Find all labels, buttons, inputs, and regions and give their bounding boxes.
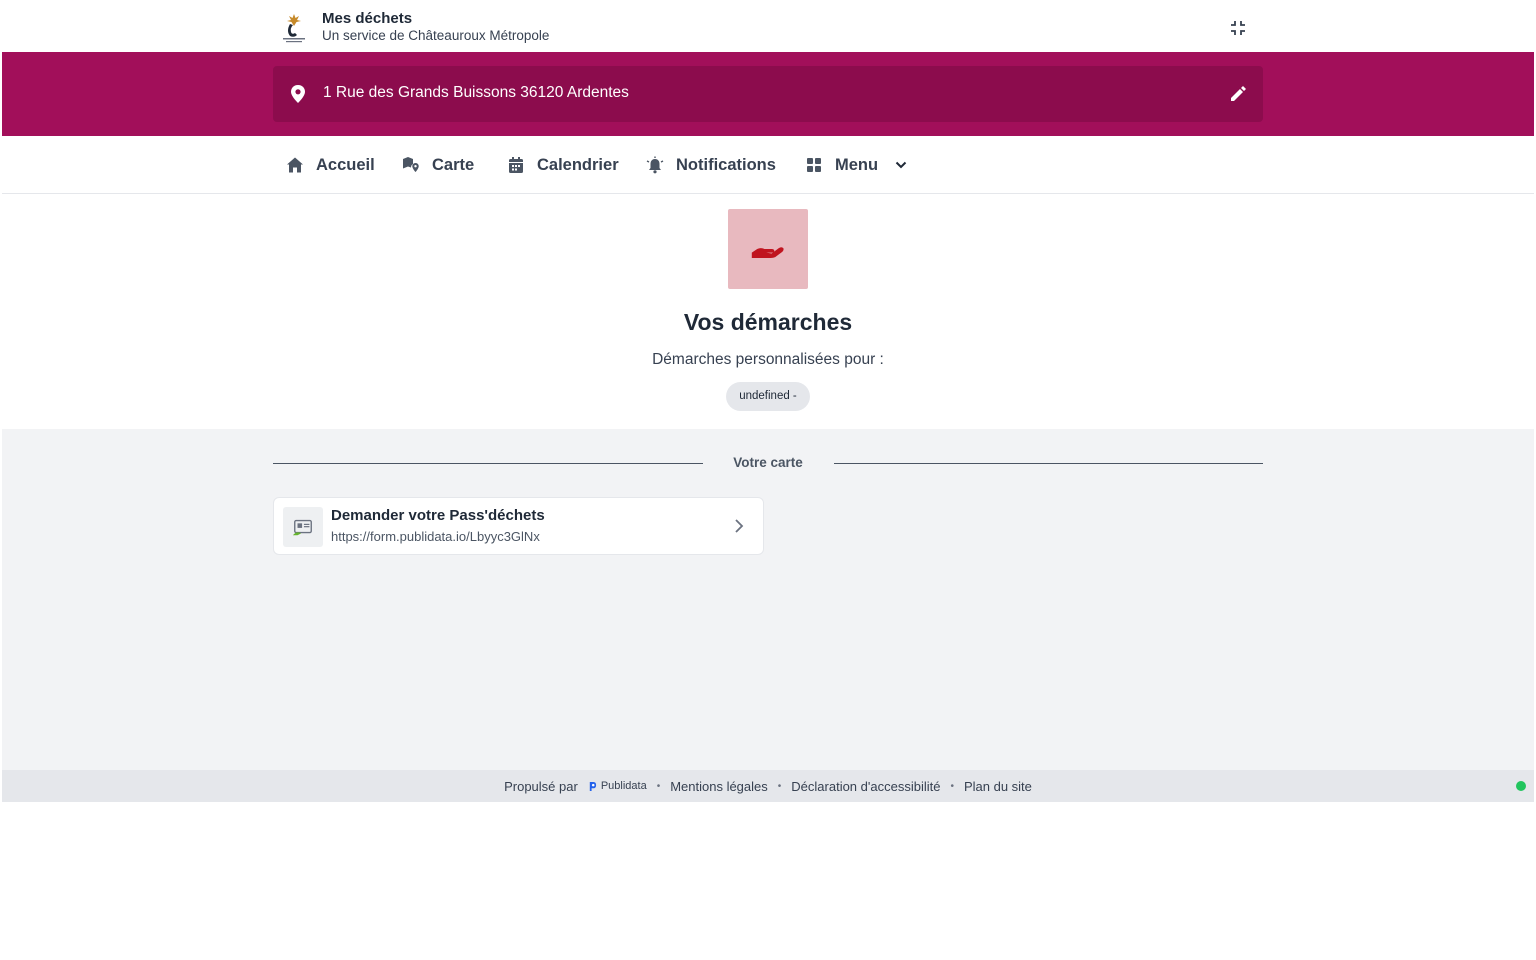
calendar-icon	[509, 157, 523, 173]
link-accessibilite[interactable]: Déclaration d'accessibilité	[791, 779, 940, 794]
content-area: Votre carte Demander votre Pass'déchets …	[2, 429, 1534, 770]
section-label: Votre carte	[733, 455, 803, 470]
nav-label: Accueil	[316, 155, 375, 174]
nav-label: Menu	[835, 155, 879, 174]
nav-label: Calendrier	[537, 155, 619, 174]
hand-holding-icon	[728, 209, 808, 289]
card-url[interactable]: https://form.publidata.io/Lbyyc3GlNx	[331, 529, 540, 544]
home-icon	[287, 157, 303, 173]
publidata-label: Publidata	[600, 780, 647, 792]
publidata-icon	[589, 781, 596, 791]
nav-item-menu[interactable]: Menu	[805, 136, 908, 194]
footer-links: Propulsé par Publidata • Mentions légale…	[2, 770, 1534, 802]
address-band: 1 Rue des Grands Buissons 36120 Ardentes	[2, 52, 1534, 136]
separator-dot: •	[656, 780, 661, 792]
nav-label: Notifications	[676, 155, 776, 174]
card-title: Demander votre Pass'déchets	[331, 507, 545, 524]
app-title: Mes déchets	[322, 10, 413, 27]
bell-icon	[646, 156, 664, 174]
separator-dot: •	[950, 780, 954, 792]
publidata-brand[interactable]: Publidata	[588, 780, 647, 792]
map-marker-icon	[403, 157, 419, 172]
filter-chip: undefined -	[726, 382, 810, 411]
status-indicator	[1516, 781, 1526, 791]
nav-item-accueil[interactable]: Accueil	[286, 136, 375, 194]
footer: Propulsé par Publidata • Mentions légale…	[2, 770, 1534, 802]
grid-icon	[807, 158, 821, 172]
nav-item-carte[interactable]: Carte	[402, 136, 474, 194]
powered-by-label: Propulsé par	[504, 778, 578, 794]
chevron-right-icon	[730, 517, 748, 535]
nav-item-calendrier[interactable]: Calendrier	[507, 136, 619, 194]
pencil-icon[interactable]	[1228, 84, 1248, 104]
address-selector[interactable]: 1 Rue des Grands Buissons 36120 Ardentes	[273, 66, 1263, 122]
page-subtitle: Démarches personnalisées pour :	[652, 351, 884, 368]
main-nav: Accueil Carte Calendrier Notifications M…	[2, 136, 1534, 194]
app-subtitle: Un service de Châteauroux Métropole	[322, 28, 550, 43]
divider-left	[273, 463, 703, 464]
separator-dot: •	[777, 780, 782, 792]
collapse-icon[interactable]	[1226, 16, 1250, 40]
chevron-down-icon	[895, 161, 907, 169]
app-window: Mes déchets Un service de Châteauroux Mé…	[2, 2, 1534, 802]
demarche-card[interactable]: Demander votre Pass'déchets https://form…	[273, 497, 764, 555]
id-card-icon	[283, 507, 323, 547]
page-title: Vos démarches	[683, 309, 853, 335]
top-header: Mes déchets Un service de Châteauroux Mé…	[2, 2, 1534, 52]
map-pin-icon	[290, 85, 306, 103]
nav-item-notifications[interactable]: Notifications	[646, 136, 776, 194]
chateauroux-metropole-logo[interactable]	[277, 11, 311, 45]
link-mentions-legales[interactable]: Mentions légales	[670, 779, 768, 794]
nav-label: Carte	[432, 155, 475, 174]
divider-right	[834, 463, 1263, 464]
link-plan-du-site[interactable]: Plan du site	[964, 779, 1032, 794]
address-text: 1 Rue des Grands Buissons 36120 Ardentes	[323, 84, 629, 101]
